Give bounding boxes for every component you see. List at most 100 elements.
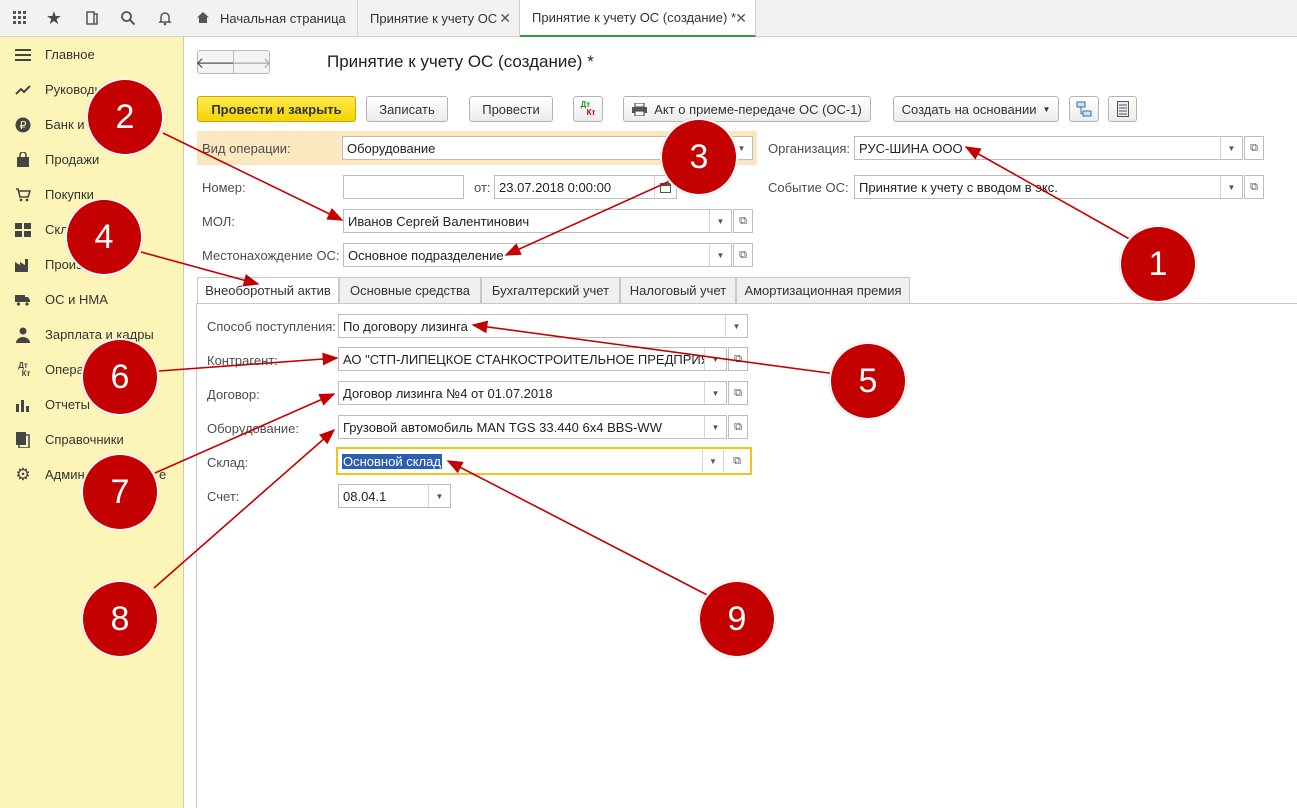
tab-depreciation-bonus[interactable]: Амортизационная премия — [736, 277, 910, 304]
equipment-value: Грузовой автомобиль MAN TGS 33.440 6х4 B… — [343, 419, 662, 435]
annotation-badge-4: 4 — [65, 198, 143, 276]
sidebar-item-label: Зарплата и кадры — [45, 327, 154, 342]
tab-acceptance-list[interactable]: Принятие к учету ОС ✕ — [358, 0, 520, 37]
receipt-method-label: Способ поступления: — [207, 319, 336, 334]
dtkt-icon: Дт Кт — [18, 360, 31, 378]
chevron-down-icon[interactable]: ▼ — [709, 244, 731, 266]
operation-type-value: Оборудование — [347, 140, 436, 156]
sidebar: Главное Руководи ₽ Банк и Продажи Покупк… — [0, 37, 184, 808]
tab-tax[interactable]: Налоговый учет — [620, 277, 736, 304]
mol-field[interactable]: Иванов Сергей Валентинович ▼ — [343, 209, 732, 233]
close-icon[interactable]: ✕ — [735, 10, 747, 27]
sidebar-item-catalogs[interactable]: Справочники — [0, 422, 184, 457]
open-icon[interactable]: ⧉ — [1244, 136, 1264, 160]
sidebar-item-label: Продажи — [45, 152, 100, 167]
gear-icon: ⚙ — [15, 464, 31, 484]
location-value: Основное подразделение — [348, 247, 504, 263]
tab-label: Начальная страница — [220, 11, 346, 26]
bar-chart-icon — [14, 396, 32, 414]
chevron-down-icon[interactable]: ▼ — [1220, 176, 1242, 198]
create-based-on-button[interactable]: Создать на основании ▼ — [893, 96, 1059, 122]
sidebar-item-label: Справочники — [45, 432, 124, 447]
history-icon[interactable] — [80, 6, 104, 30]
tab-non-current-asset[interactable]: Внеоборотный актив — [197, 277, 339, 304]
chevron-down-icon[interactable]: ▼ — [709, 210, 731, 232]
contract-value: Договор лизинга №4 от 01.07.2018 — [343, 385, 553, 401]
tab-accounting[interactable]: Бухгалтерский учет — [481, 277, 620, 304]
post-and-close-button[interactable]: Провести и закрыть — [197, 96, 356, 122]
tab-acceptance-create[interactable]: Принятие к учету ОС (создание) * ✕ — [520, 0, 756, 37]
svg-text:₽: ₽ — [20, 119, 27, 132]
printer-icon — [632, 102, 648, 116]
open-icon[interactable]: ⧉ — [728, 347, 748, 371]
equipment-field[interactable]: Грузовой автомобиль MAN TGS 33.440 6х4 B… — [338, 415, 727, 439]
chevron-down-icon[interactable]: ▼ — [1220, 137, 1242, 159]
organization-field[interactable]: РУС-ШИНА ООО ▼ — [854, 136, 1243, 160]
contract-field[interactable]: Договор лизинга №4 от 01.07.2018 ▼ — [338, 381, 727, 405]
sidebar-item-salary[interactable]: Зарплата и кадры — [0, 317, 184, 352]
act-os1-button[interactable]: Акт о приеме-передаче ОС (ОС-1) — [623, 96, 871, 122]
bell-icon[interactable] — [153, 6, 177, 30]
warehouse-value: Основной склад — [342, 453, 442, 469]
chevron-down-icon[interactable]: ▼ — [702, 450, 724, 472]
open-icon[interactable]: ⧉ — [726, 450, 748, 472]
account-label: Счет: — [207, 489, 240, 504]
search-icon[interactable] — [116, 6, 140, 30]
organization-label: Организация: — [768, 141, 851, 156]
mol-label: МОЛ: — [202, 214, 235, 229]
os-event-field[interactable]: Принятие к учету с вводом в экс. ▼ — [854, 175, 1243, 199]
create-based-on-label: Создать на основании — [901, 101, 1037, 117]
list-view-button[interactable] — [1108, 96, 1137, 122]
counterparty-field[interactable]: АО "СТП-ЛИПЕЦКОЕ СТАНКОСТРОИТЕЛЬНОЕ ПРЕД… — [338, 347, 727, 371]
truck-icon — [14, 291, 32, 309]
sidebar-item-assets[interactable]: ОС и НМА — [0, 282, 184, 317]
counterparty-label: Контрагент: — [207, 353, 278, 368]
chevron-down-icon[interactable]: ▼ — [725, 315, 747, 337]
content-border — [196, 303, 197, 808]
sidebar-item-sales[interactable]: Продажи — [0, 142, 184, 177]
sidebar-item-label-suffix: е — [159, 467, 167, 482]
arrow-9 — [446, 460, 714, 599]
open-icon[interactable]: ⧉ — [733, 209, 753, 233]
chevron-down-icon[interactable]: ▼ — [704, 416, 726, 438]
location-label: Местонахождение ОС: — [202, 248, 340, 263]
warehouse-field[interactable]: Основной склад ▼ ⧉ — [336, 447, 752, 475]
factory-icon — [14, 256, 32, 274]
chevron-down-icon[interactable]: ▼ — [704, 382, 726, 404]
number-input[interactable] — [343, 175, 464, 199]
tab-fixed-assets[interactable]: Основные средства — [339, 277, 481, 304]
open-icon[interactable]: ⧉ — [733, 243, 753, 267]
back-button[interactable]: 🡐 — [195, 50, 236, 74]
sidebar-item-label: Покупки — [45, 187, 94, 202]
grid-icon — [14, 221, 32, 239]
save-button[interactable]: Записать — [366, 96, 448, 122]
person-icon — [14, 326, 32, 344]
annotation-badge-6: 6 — [81, 338, 159, 416]
account-field[interactable]: 08.04.1 ▼ — [338, 484, 451, 508]
close-icon[interactable]: ✕ — [499, 10, 511, 27]
dtkt-button[interactable]: Дт Кт — [573, 96, 603, 122]
structure-button[interactable] — [1069, 96, 1099, 122]
location-field[interactable]: Основное подразделение ▼ — [343, 243, 732, 267]
page-title: Принятие к учету ОС (создание) * — [327, 52, 594, 71]
menu-icon[interactable] — [8, 6, 32, 30]
annotation-badge-3: 3 — [660, 118, 738, 196]
open-icon[interactable]: ⧉ — [728, 415, 748, 439]
chevron-down-icon[interactable]: ▼ — [704, 348, 726, 370]
date-input[interactable]: 23.07.2018 0:00:00 — [494, 175, 677, 199]
post-button[interactable]: Провести — [469, 96, 553, 122]
chevron-down-icon[interactable]: ▼ — [428, 485, 450, 507]
open-icon[interactable]: ⧉ — [728, 381, 748, 405]
arrow-right-icon: 🡒 — [231, 54, 272, 72]
sidebar-item-label: Главное — [45, 47, 95, 62]
sidebar-item-main[interactable]: Главное — [0, 37, 184, 72]
trend-icon — [14, 81, 32, 99]
star-icon[interactable]: ★ — [42, 6, 66, 30]
bag-icon — [14, 151, 32, 169]
tab-home[interactable]: Начальная страница — [184, 0, 358, 37]
open-icon[interactable]: ⧉ — [1244, 175, 1264, 199]
tab-divider — [197, 303, 1297, 304]
receipt-method-select[interactable]: По договору лизинга ▼ — [338, 314, 748, 338]
date-label: от: — [474, 180, 491, 195]
forward-button[interactable]: 🡒 — [231, 50, 272, 74]
